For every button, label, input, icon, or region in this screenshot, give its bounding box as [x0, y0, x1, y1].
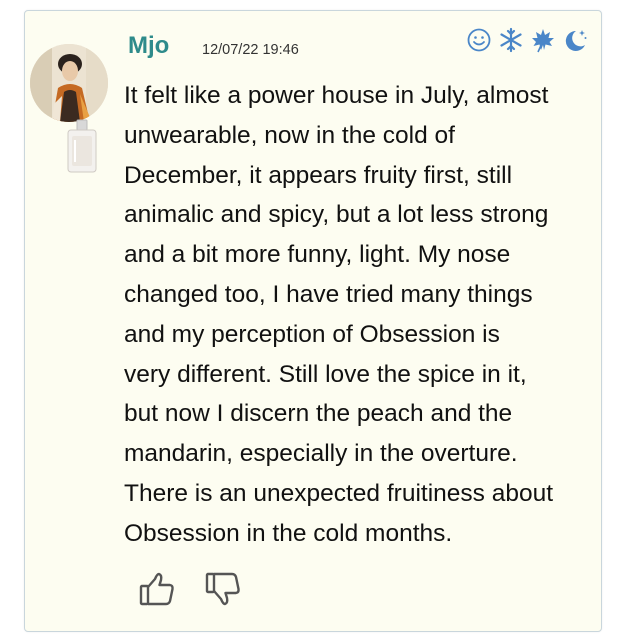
username-link[interactable]: Mjo: [128, 32, 169, 60]
vote-row: [138, 570, 242, 608]
autumn-leaf-icon: [530, 27, 556, 53]
smiley-icon: [466, 27, 492, 53]
bottle-icon: [67, 119, 97, 173]
review-timestamp: 12/07/22 19:46: [202, 42, 299, 58]
thumbs-down-icon: [205, 572, 240, 606]
user-avatar[interactable]: [30, 44, 108, 122]
thumbs-up-icon: [139, 572, 174, 606]
perfume-bottle-thumbnail[interactable]: [58, 118, 106, 174]
season-icons: [466, 26, 588, 54]
thumbs-up-button[interactable]: [138, 570, 176, 608]
moon-stars-icon: [562, 27, 588, 53]
avatar-portrait-icon: [30, 44, 108, 122]
thumbs-down-button[interactable]: [204, 570, 242, 608]
snowflake-icon: [498, 27, 524, 53]
review-body: It felt like a power house in July, almo…: [124, 82, 554, 547]
